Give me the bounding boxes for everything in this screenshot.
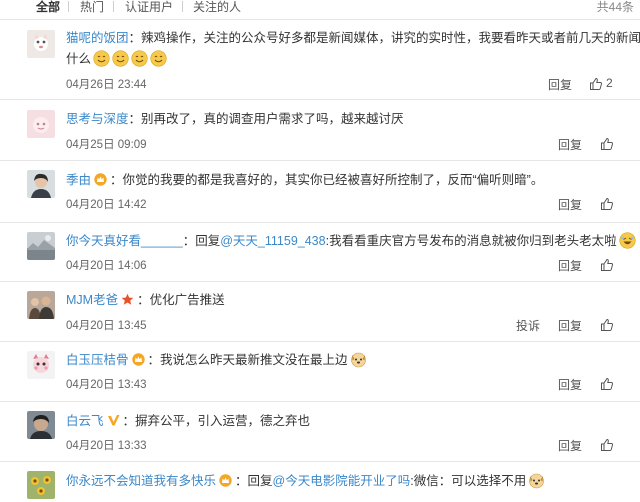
tab-following[interactable]: 关注的人 <box>193 0 241 14</box>
report-button[interactable]: 投诉 <box>516 317 540 334</box>
reply-button[interactable]: 回复 <box>558 196 582 213</box>
pink-avatar[interactable] <box>27 110 55 138</box>
comment-username[interactable]: MJM老爸 <box>66 293 118 307</box>
row-divider <box>0 222 640 223</box>
like-thumb-icon[interactable] <box>589 77 603 91</box>
verified-v-badge-icon <box>107 414 120 427</box>
like-thumb-icon[interactable] <box>600 258 614 272</box>
comment-body: 你永远不会知道我有多快乐 ：回复@今天电影院能开业了吗:微信：可以选择不用 <box>66 471 620 491</box>
smile-emoji <box>93 50 110 67</box>
like-thumb-icon[interactable] <box>600 318 614 332</box>
comment-time: 04月20日 13:45 <box>66 320 147 332</box>
comment-time: 04月20日 14:42 <box>66 199 147 211</box>
comment-username[interactable]: 你今天真好看______ <box>66 234 183 248</box>
comment-text: :我看看重庆官方号发布的消息就被你归到老头老太啦 <box>325 234 617 248</box>
total-comment-count: 共44条 <box>596 0 634 14</box>
comment-text-prefix: ：回复 <box>235 474 273 488</box>
flower-avatar[interactable] <box>27 471 55 499</box>
like-thumb-icon[interactable] <box>600 377 614 391</box>
laugh-emoji <box>618 232 636 249</box>
comment-text: ：辣鸡操作，关注的公众号好多都是新闻媒体，讲究的实时性，我要看昨天或者前几天的新… <box>128 31 640 45</box>
like-thumb-icon[interactable] <box>600 438 614 452</box>
comment-username[interactable]: 猫呢的饭团 <box>66 31 129 45</box>
comment-text: ：我说怎么昨天最新推文没在最上边 <box>147 353 348 367</box>
crown-badge-icon <box>219 474 232 487</box>
comment-username[interactable]: 季由 <box>66 173 91 187</box>
comment-body: 白玉压桔骨 ：我说怎么昨天最新推文没在最上边 <box>66 350 620 370</box>
tab-divider <box>182 1 183 12</box>
comment-time: 04月20日 14:06 <box>66 260 147 272</box>
comment-body: 你今天真好看______：回复@天天_11159_438:我看看重庆官方号发布的… <box>66 231 636 251</box>
row-divider <box>0 99 640 100</box>
comment-body: 思考与深度：别再改了，真的调查用户需求了吗，越来越讨厌 <box>66 109 620 129</box>
comment-text: :微信：可以选择不用 <box>410 474 527 488</box>
row-divider <box>0 160 640 161</box>
comment-body: 猫呢的饭团：辣鸡操作，关注的公众号好多都是新闻媒体，讲究的实时性，我要看昨天或者… <box>66 28 640 48</box>
face-avatar[interactable] <box>27 411 55 439</box>
portrait-avatar[interactable] <box>27 170 55 198</box>
comment-text: ：你觉的我要的都是我喜好的，其实你已经被喜好所控制了，反而“偏听则暗”。 <box>110 173 544 187</box>
row-divider <box>0 341 640 342</box>
reply-button[interactable]: 回复 <box>558 437 582 454</box>
tab-verified-users[interactable]: 认证用户 <box>125 0 173 14</box>
smile-emoji <box>131 50 148 67</box>
comment-text: ：别再改了，真的调查用户需求了吗，越来越讨厌 <box>128 112 404 126</box>
like-thumb-icon[interactable] <box>600 197 614 211</box>
row-divider <box>0 19 640 20</box>
dog-emoji <box>350 351 367 368</box>
cat-avatar[interactable] <box>27 30 55 58</box>
row-divider <box>0 461 640 462</box>
crown-badge-icon <box>94 173 107 186</box>
reply-button[interactable]: 回复 <box>558 317 582 334</box>
comments-page: 全部 热门 认证用户 关注的人 共44条 猫呢的饭团：辣鸡操作，关注的公众号好多… <box>0 0 640 502</box>
comment-body-continued: 什么 <box>66 49 620 69</box>
like-thumb-icon[interactable] <box>600 137 614 151</box>
comment-text: 什么 <box>66 52 92 66</box>
dog-emoji <box>528 472 545 489</box>
comment-time: 04月20日 13:33 <box>66 440 147 452</box>
smile-emoji <box>112 50 129 67</box>
comment-time: 04月25日 09:09 <box>66 139 147 151</box>
like-count: 2 <box>606 76 613 90</box>
row-divider <box>0 281 640 282</box>
comment-username[interactable]: 你永远不会知道我有多快乐 <box>66 474 216 488</box>
smile-emoji <box>150 50 167 67</box>
crown-badge-icon <box>131 353 145 366</box>
comment-body: MJM老爸 ：优化广告推送 <box>66 290 620 310</box>
group-avatar[interactable] <box>27 291 55 319</box>
mention-link[interactable]: @今天电影院能开业了吗 <box>273 474 411 488</box>
comment-body: 白云飞 ：摒弃公平，引入运营，德之弃也 <box>66 411 620 431</box>
reply-button[interactable]: 回复 <box>548 76 572 93</box>
reply-button[interactable]: 回复 <box>558 257 582 274</box>
landscape-avatar[interactable] <box>27 232 55 260</box>
tab-divider <box>68 1 69 12</box>
star-badge-icon <box>121 293 134 306</box>
mention-link[interactable]: @天天_11159_438 <box>220 234 325 248</box>
comment-time: 04月20日 13:43 <box>66 379 147 391</box>
reply-button[interactable]: 回复 <box>558 136 582 153</box>
comment-body: 季由 ：你觉的我要的都是我喜好的，其实你已经被喜好所控制了，反而“偏听则暗”。 <box>66 170 620 190</box>
cartoon-avatar[interactable] <box>27 351 55 379</box>
comment-text: ：摒弃公平，引入运营，德之弃也 <box>122 414 311 428</box>
comment-username[interactable]: 思考与深度 <box>66 112 129 126</box>
comment-time: 04月26日 23:44 <box>66 79 147 91</box>
tab-hot[interactable]: 热门 <box>80 0 104 14</box>
row-divider <box>0 401 640 402</box>
filter-bar: 全部 热门 认证用户 关注的人 共44条 <box>0 0 640 16</box>
comment-username[interactable]: 白玉压桔骨 <box>66 353 129 367</box>
tab-divider <box>113 1 114 12</box>
tab-all[interactable]: 全部 <box>36 0 60 14</box>
comment-text-prefix: ：回复 <box>182 234 221 248</box>
reply-button[interactable]: 回复 <box>558 376 582 393</box>
comment-text: ：优化广告推送 <box>137 293 225 307</box>
comment-username[interactable]: 白云飞 <box>66 414 104 428</box>
